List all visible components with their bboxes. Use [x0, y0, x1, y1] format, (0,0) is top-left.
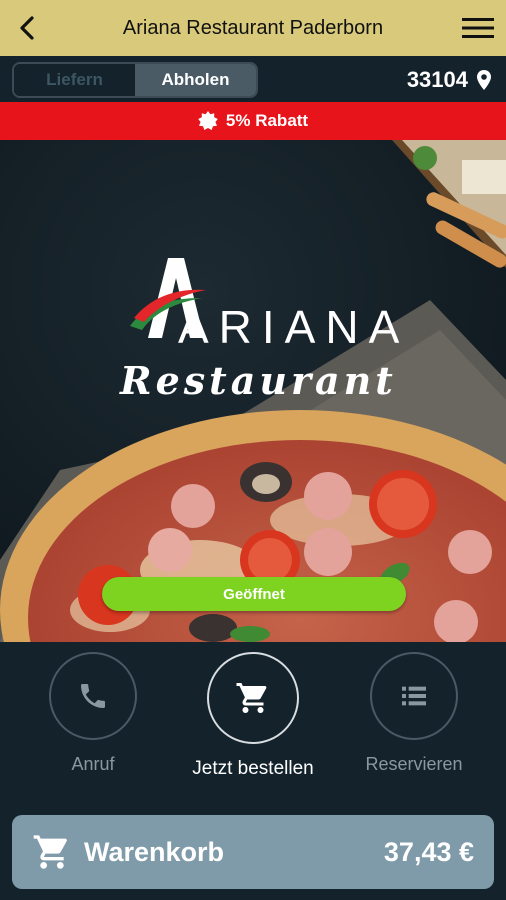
- cart-icon: [33, 835, 67, 869]
- mode-bar: Liefern Abholen 33104: [0, 56, 506, 102]
- hamburger-menu-icon[interactable]: [460, 12, 496, 44]
- reserve-button[interactable]: Reservieren: [334, 652, 494, 775]
- list-icon: [402, 686, 426, 706]
- call-label: Anruf: [71, 754, 115, 774]
- discount-banner[interactable]: 5% Rabatt: [0, 102, 506, 140]
- delivery-mode-toggle: Liefern Abholen: [12, 62, 258, 98]
- location-pin-icon: [477, 70, 491, 90]
- order-button-circle: [207, 652, 299, 744]
- order-now-label: Jetzt bestellen: [192, 758, 314, 779]
- call-button-circle: [49, 652, 137, 740]
- page-title: Ariana Restaurant Paderborn: [122, 17, 384, 39]
- discount-text: 5% Rabatt: [225, 111, 309, 130]
- restaurant-logo: ARIANA Restaurant: [0, 140, 506, 642]
- location-selector[interactable]: 33104: [407, 62, 492, 98]
- phone-icon: [81, 684, 105, 708]
- cart-label: Warenkorb: [84, 836, 225, 867]
- call-button[interactable]: Anruf: [13, 652, 173, 775]
- cart-total: 37,43 €: [383, 836, 474, 867]
- back-arrow-icon[interactable]: [12, 12, 44, 44]
- reserve-label: Reservieren: [365, 754, 463, 774]
- cart-button[interactable]: Warenkorb 37,43 €: [12, 815, 494, 889]
- logo-wordmark: ARIANA: [178, 301, 410, 353]
- reserve-button-circle: [370, 652, 458, 740]
- cart-icon: [236, 683, 267, 713]
- action-row: Anruf Jetzt bestellen Reservieren: [0, 642, 506, 802]
- mode-option-pickup[interactable]: Abholen: [135, 64, 256, 96]
- logo-subtitle: Restaurant: [120, 358, 397, 403]
- app-bar: Ariana Restaurant Paderborn: [0, 0, 506, 56]
- zip-code: 33104: [406, 67, 468, 92]
- open-status-badge[interactable]: Geöffnet: [102, 577, 406, 611]
- mode-option-delivery[interactable]: Liefern: [14, 64, 135, 96]
- badge-icon: [198, 111, 218, 130]
- order-now-button[interactable]: Jetzt bestellen: [173, 652, 333, 780]
- restaurant-hero-image: ARIANA Restaurant Geöffnet: [0, 140, 506, 642]
